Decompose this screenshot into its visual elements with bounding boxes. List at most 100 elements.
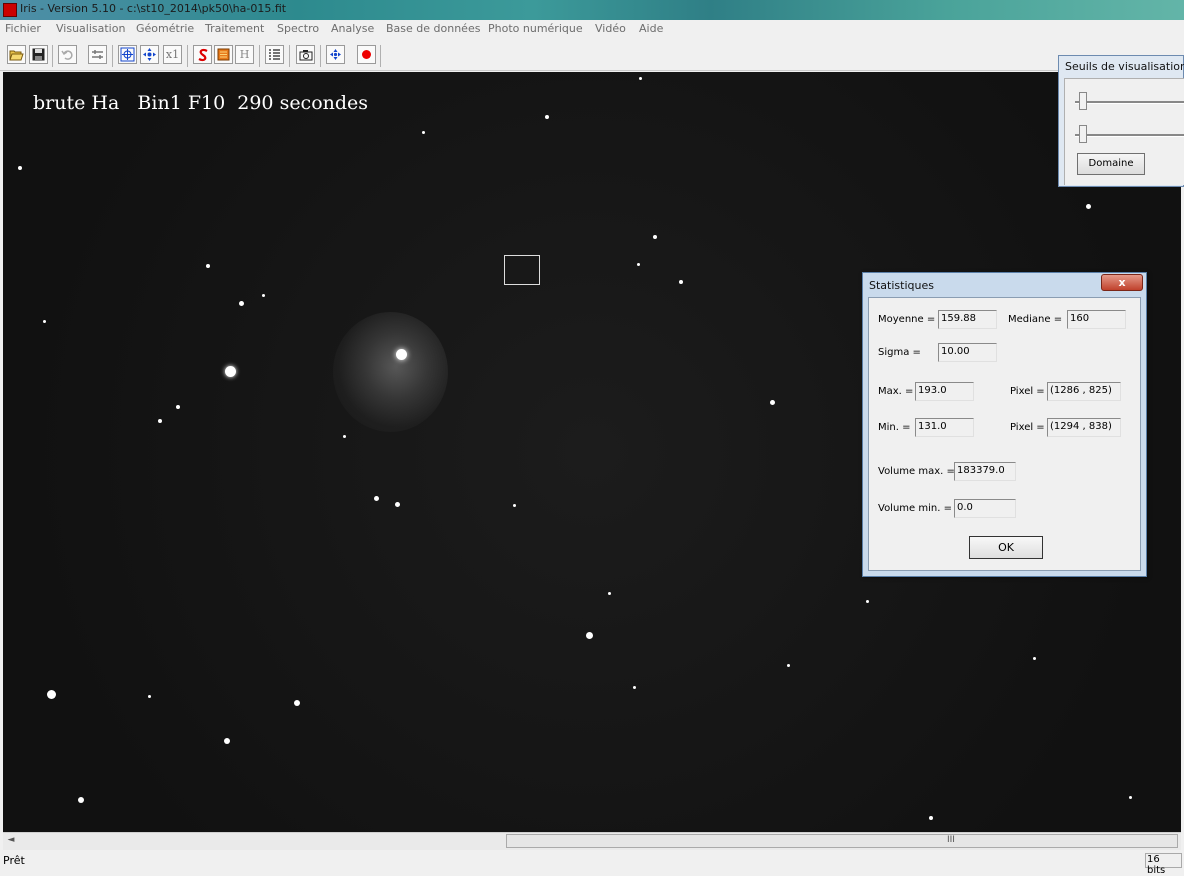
mediane-field[interactable]: 160	[1067, 310, 1126, 329]
histogram-label: H	[239, 48, 250, 61]
star	[787, 664, 790, 667]
zoom-in-icon[interactable]	[118, 45, 137, 64]
mediane-label: Mediane =	[1008, 314, 1063, 325]
menu-geometrie[interactable]: Géométrie	[136, 22, 194, 35]
center-icon[interactable]	[326, 45, 345, 64]
star	[679, 280, 683, 284]
star	[395, 502, 400, 507]
max-pixel-field[interactable]: (1286 , 825)	[1047, 382, 1121, 401]
low-threshold-slider[interactable]	[1079, 125, 1087, 143]
title-bar[interactable]: Iris - Version 5.10 - c:\st10_2014\pk50\…	[0, 0, 1184, 20]
star	[1129, 796, 1132, 799]
star	[637, 263, 640, 266]
star	[158, 419, 162, 423]
low-threshold-track	[1075, 134, 1184, 137]
min-pixel-label: Pixel =	[1010, 422, 1045, 433]
min-pixel-field[interactable]: (1294 , 838)	[1047, 418, 1121, 437]
star	[176, 405, 180, 409]
seuils-window[interactable]: Seuils de visualisation Domaine	[1058, 55, 1184, 187]
menu-visualisation[interactable]: Visualisation	[56, 22, 125, 35]
toolbar: x1 H	[0, 42, 1184, 71]
star	[1033, 657, 1036, 660]
pan-icon[interactable]	[140, 45, 159, 64]
star	[545, 115, 549, 119]
threshold-icon[interactable]	[88, 45, 107, 64]
star	[225, 366, 236, 377]
star	[374, 496, 379, 501]
star	[224, 738, 230, 744]
volume-max-field[interactable]: 183379.0	[954, 462, 1016, 481]
image-overlay-text: brute Ha Bin1 F10 290 secondes	[33, 92, 369, 114]
star	[639, 77, 642, 80]
histogram-icon[interactable]: H	[235, 45, 254, 64]
star	[47, 690, 56, 699]
camera-icon[interactable]	[296, 45, 315, 64]
console-icon[interactable]	[265, 45, 284, 64]
star	[43, 320, 46, 323]
menu-photo-numerique[interactable]: Photo numérique	[488, 22, 583, 35]
ok-button[interactable]: OK	[969, 536, 1043, 559]
star	[422, 131, 425, 134]
close-button[interactable]: x	[1101, 274, 1143, 291]
max-field[interactable]: 193.0	[915, 382, 974, 401]
selection-box[interactable]	[504, 255, 540, 285]
open-folder-icon[interactable]	[7, 45, 26, 64]
menu-traitement[interactable]: Traitement	[205, 22, 264, 35]
menu-spectro[interactable]: Spectro	[277, 22, 319, 35]
star	[148, 695, 151, 698]
scroll-grip-icon: III	[947, 835, 955, 845]
statistiques-dialog[interactable]: Statistiques x Moyenne = 159.88 Mediane …	[862, 272, 1147, 577]
record-icon[interactable]	[357, 45, 376, 64]
zoom-1x-icon[interactable]: x1	[163, 45, 182, 64]
toolbar-separator	[380, 45, 381, 67]
app-icon[interactable]	[3, 3, 17, 17]
toolbar-separator	[289, 45, 290, 67]
toolbar-separator	[259, 45, 260, 67]
domaine-button[interactable]: Domaine	[1077, 153, 1145, 175]
star	[866, 600, 869, 603]
high-threshold-slider[interactable]	[1079, 92, 1087, 110]
horizontal-scrollbar[interactable]: ◄ III	[3, 832, 1181, 850]
star	[294, 700, 300, 706]
menu-base-de-donnees[interactable]: Base de données	[386, 22, 480, 35]
bit-depth-indicator: 16 bits	[1145, 853, 1182, 876]
close-icon: x	[1118, 276, 1126, 289]
window-title: Iris - Version 5.10 - c:\st10_2014\pk50\…	[20, 2, 287, 15]
scroll-thumb[interactable]: III	[506, 834, 1178, 848]
sigma-field[interactable]: 10.00	[938, 343, 997, 362]
volume-min-field[interactable]: 0.0	[954, 499, 1016, 518]
save-icon[interactable]	[29, 45, 48, 64]
star	[608, 592, 611, 595]
status-bar: Prêt 16 bits	[0, 851, 1184, 876]
seuils-body: Domaine	[1064, 78, 1184, 185]
moyenne-field[interactable]: 159.88	[938, 310, 997, 329]
star	[78, 797, 84, 803]
menu-fichier[interactable]: Fichier	[5, 22, 41, 35]
star	[206, 264, 210, 268]
statistiques-body: Moyenne = 159.88 Mediane = 160 Sigma = 1…	[868, 297, 1141, 571]
nebula	[333, 312, 448, 432]
toolbar-separator	[187, 45, 188, 67]
scroll-left-icon[interactable]: ◄	[5, 835, 17, 847]
volume-min-label: Volume min. =	[878, 503, 952, 514]
star	[770, 400, 775, 405]
max-pixel-label: Pixel =	[1010, 386, 1045, 397]
star	[18, 166, 22, 170]
volume-max-label: Volume max. =	[878, 466, 955, 477]
seuils-title: Seuils de visualisation	[1065, 60, 1184, 73]
menu-video[interactable]: Vidéo	[595, 22, 626, 35]
menu-bar: Fichier Visualisation Géométrie Traiteme…	[0, 20, 1184, 40]
dialog-title: Statistiques	[869, 279, 934, 292]
toolbar-separator	[320, 45, 321, 67]
star	[343, 435, 346, 438]
star	[239, 301, 244, 306]
star	[513, 504, 516, 507]
max-label: Max. =	[878, 386, 914, 397]
status-text: Prêt	[3, 854, 25, 867]
menu-analyse[interactable]: Analyse	[331, 22, 374, 35]
palette-icon[interactable]	[214, 45, 233, 64]
min-field[interactable]: 131.0	[915, 418, 974, 437]
spectrum-icon[interactable]	[193, 45, 212, 64]
undo-icon[interactable]	[58, 45, 77, 64]
menu-aide[interactable]: Aide	[639, 22, 663, 35]
